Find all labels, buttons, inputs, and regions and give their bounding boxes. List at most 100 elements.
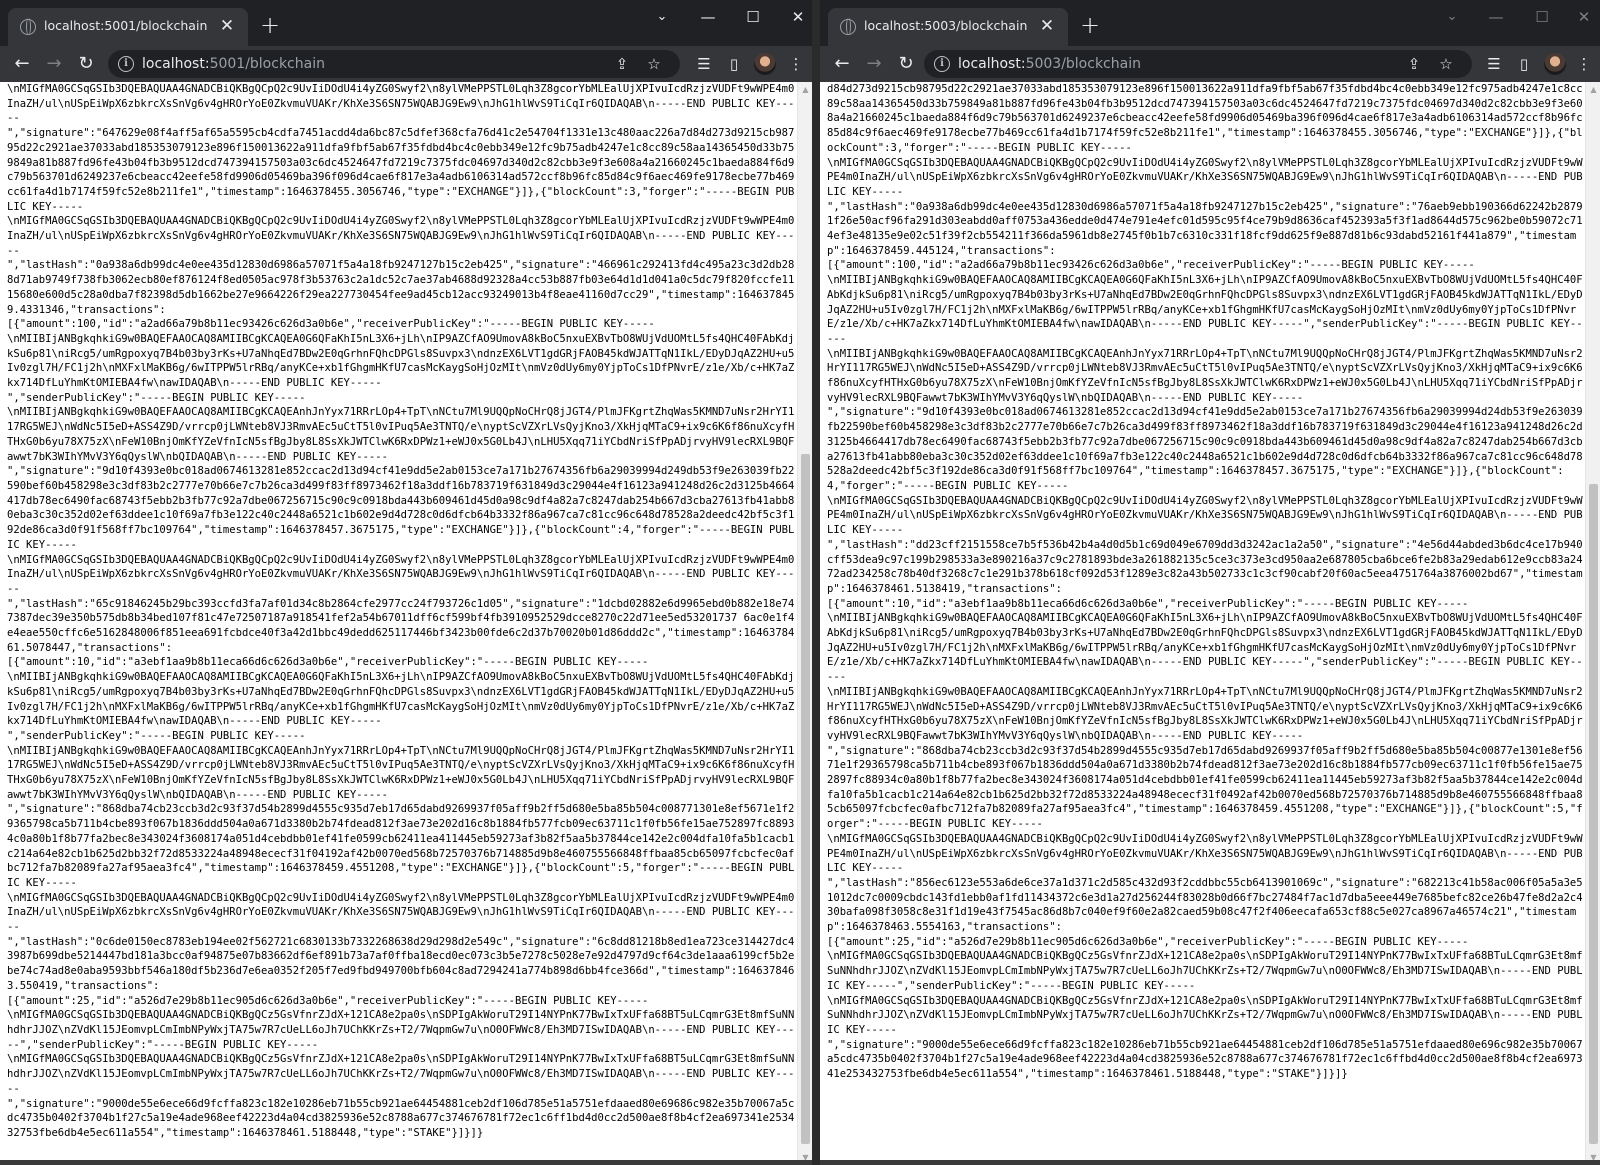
menu-icon[interactable]: ⋮ — [786, 54, 806, 74]
maximize-button[interactable]: ☐ — [733, 4, 773, 30]
browser-window-right: localhost:5003/blockchain ✕ + ⌄ — ☐ ✕ ← … — [820, 0, 1600, 1165]
address-bar[interactable]: i localhost:5001/blockchain ⇪ ☆ — [108, 50, 680, 78]
share-icon[interactable]: ⇪ — [1404, 54, 1424, 74]
json-text-line: \nMIGfMA0GCSqGSIb3DQEBAQUAA4GNADCBiQKBgQ… — [7, 891, 795, 934]
json-text-line: \nMIGfMA0GCSqGSIb3DQEBAQUAA4GNADCBiQKBgQ… — [7, 215, 795, 257]
info-icon[interactable]: i — [118, 56, 134, 72]
json-text-line: \nMIGfMA0GCSqGSIb3DQEBAQUAA4GNADCBiQKBgQ… — [7, 83, 795, 125]
json-text-line: \nMIIBIjANBgkqhkiG9w0BAQEFAAOCAQ8AMIIBCg… — [7, 332, 795, 390]
scrollbar[interactable]: ▲ ▼ — [797, 82, 812, 1165]
close-window-button[interactable]: ✕ — [1564, 4, 1600, 30]
window-divider — [812, 0, 820, 1165]
side-panel-icon[interactable]: ▯ — [724, 54, 744, 74]
json-text-line: \nMIIBIjANBgkqhkiG9w0BAQEFAAOCAQ8AMIIBCg… — [7, 406, 795, 463]
json-text-line: \nMIGfMA0GCSqGSIb3DQEBAQUAA4GNADCBiQKBgQ… — [827, 832, 1583, 875]
tab-blockchain-5001[interactable]: localhost:5001/blockchain ✕ — [8, 8, 248, 46]
side-panel-icon[interactable]: ▯ — [1514, 54, 1534, 74]
tab-search-icon[interactable]: ⌄ — [642, 4, 682, 30]
scrollbar-thumb[interactable] — [801, 454, 810, 1144]
bookmark-star-icon[interactable]: ☆ — [1436, 54, 1456, 74]
forward-button[interactable]: → — [40, 50, 68, 78]
minimize-button[interactable]: — — [688, 4, 728, 30]
json-text-line: ","lastHash":"0a938a6db99dc4e0ee435d1283… — [7, 259, 795, 316]
json-text-line: \nMIGfMA0GCSqGSIb3DQEBAQUAA4GNADCBiQKBgQ… — [827, 156, 1583, 198]
json-text-line: d84d273d9215cb98795d22c2921ae37033abd185… — [827, 83, 1583, 154]
json-text-line: ","signature":"9000de55e6ece66d9fcffa823… — [827, 1038, 1583, 1081]
json-text-line: ","senderPublicKey":"-----BEGIN PUBLIC K… — [7, 391, 306, 404]
tab-title: localhost:5001/blockchain — [44, 18, 208, 33]
json-text-line: \nMIGfMA0GCSqGSIb3DQEBAQUAA4GNADCBiQKBgQ… — [827, 950, 1583, 992]
json-text-line: \nMIGfMA0GCSqGSIb3DQEBAQUAA4GNADCBiQKBgQ… — [7, 1053, 795, 1095]
globe-icon — [20, 18, 36, 35]
window-bottom-edge — [0, 1160, 812, 1165]
back-button[interactable]: ← — [8, 50, 36, 78]
json-text-line: ","lastHash":"0a938a6db99dc4e0ee435d1283… — [827, 200, 1583, 257]
json-text-line: ","lastHash":"dd23cff2151558ce7b5f536b42… — [827, 538, 1583, 595]
tab-title: localhost:5003/blockchain — [864, 18, 1028, 33]
tab-search-icon[interactable]: ⌄ — [1432, 4, 1472, 30]
json-response: \nMIGfMA0GCSqGSIb3DQEBAQUAA4GNADCBiQKBgQ… — [0, 82, 797, 1141]
address-bar-url: localhost:5003/blockchain — [958, 56, 1141, 72]
json-text-line: [{"amount":10,"id":"a3ebf1aa9b8b11eca66d… — [827, 597, 1469, 610]
forward-button[interactable]: → — [860, 50, 888, 78]
tab-strip: localhost:5003/blockchain ✕ + ⌄ — ☐ ✕ — [820, 0, 1600, 46]
globe-icon — [840, 18, 856, 35]
reading-list-icon[interactable]: ☰ — [694, 54, 714, 74]
json-text-line: ","signature":"9000de55e6ece66d9fcffa823… — [7, 1097, 795, 1139]
browser-toolbar: ← → ↻ i localhost:5001/blockchain ⇪ ☆ ☰ … — [0, 46, 812, 82]
json-text-line: ","signature":"9d10f4393e0bc018ad0674613… — [827, 406, 1583, 492]
json-text-line: [{"amount":25,"id":"a526d7e29b8b11ec905d… — [827, 935, 1469, 948]
json-text-line: [{"amount":25,"id":"a526d7e29b8b11ec905d… — [7, 994, 649, 1007]
reload-button[interactable]: ↻ — [892, 50, 920, 78]
json-response: d84d273d9215cb98795d22c2921ae37033abd185… — [820, 82, 1585, 1082]
address-bar-url: localhost:5001/blockchain — [142, 56, 325, 72]
json-text-line: \nMIIBIjANBgkqhkiG9w0BAQEFAAOCAQ8AMIIBCg… — [827, 274, 1583, 345]
tab-strip: localhost:5001/blockchain ✕ + ⌄ — ☐ ✕ — [0, 0, 812, 46]
maximize-button[interactable]: ☐ — [1522, 4, 1562, 30]
menu-icon[interactable]: ⋮ — [1574, 54, 1594, 74]
scroll-up-arrow-icon[interactable]: ▲ — [798, 82, 812, 97]
back-button[interactable]: ← — [828, 50, 856, 78]
reading-list-icon[interactable]: ☰ — [1484, 54, 1504, 74]
reload-button[interactable]: ↻ — [72, 50, 100, 78]
json-text-line: \nMIIBIjANBgkqhkiG9w0BAQEFAAOCAQ8AMIIBCg… — [827, 685, 1583, 742]
tab-blockchain-5003[interactable]: localhost:5003/blockchain ✕ — [828, 8, 1068, 46]
json-text-line: ","signature":"868dba74cb23ccb3d2c93f37d… — [827, 744, 1583, 831]
json-text-line: [{"amount":10,"id":"a3ebf1aa9b8b11eca66d… — [7, 656, 649, 669]
json-text-line: \nMIGfMA0GCSqGSIb3DQEBAQUAA4GNADCBiQKBgQ… — [827, 994, 1583, 1036]
json-text-line: \nMIIBIjANBgkqhkiG9w0BAQEFAAOCAQ8AMIIBCg… — [7, 671, 795, 728]
browser-window-left: localhost:5001/blockchain ✕ + ⌄ — ☐ ✕ ← … — [0, 0, 812, 1165]
json-text-line: \nMIIBIjANBgkqhkiG9w0BAQEFAAOCAQ8AMIIBCg… — [827, 347, 1583, 404]
share-icon[interactable]: ⇪ — [612, 54, 632, 74]
json-text-line: [{"amount":100,"id":"a2ad66a79b8b11ec934… — [827, 259, 1475, 272]
json-text-line: \nMIIBIjANBgkqhkiG9w0BAQEFAAOCAQ8AMIIBCg… — [827, 612, 1583, 684]
new-tab-button[interactable]: + — [1078, 13, 1102, 37]
page-content: d84d273d9215cb98795d22c2921ae37033abd185… — [820, 82, 1585, 1165]
window-bottom-edge — [820, 1160, 1600, 1165]
close-window-button[interactable]: ✕ — [778, 4, 812, 30]
minimize-button[interactable]: — — [1476, 4, 1516, 30]
json-text-line: ","lastHash":"65c91846245b29bc393ccfd3fa… — [7, 597, 795, 654]
json-text-line: ","senderPublicKey":"-----BEGIN PUBLIC K… — [7, 729, 306, 742]
json-text-line: \nMIGfMA0GCSqGSIb3DQEBAQUAA4GNADCBiQKBgQ… — [827, 494, 1583, 537]
close-icon[interactable]: ✕ — [216, 15, 238, 37]
json-text-line: [{"amount":100,"id":"a2ad66a79b8b11ec934… — [7, 318, 655, 331]
json-text-line: \nMIGfMA0GCSqGSIb3DQEBAQUAA4GNADCBiQKBgQ… — [7, 1009, 795, 1051]
info-icon[interactable]: i — [934, 56, 950, 72]
close-icon[interactable]: ✕ — [1036, 15, 1058, 37]
page-content: \nMIGfMA0GCSqGSIb3DQEBAQUAA4GNADCBiQKBgQ… — [0, 82, 797, 1165]
json-text-line: ","signature":"9d10f4393e0bc018ad0674613… — [7, 465, 795, 551]
json-text-line: \nMIGfMA0GCSqGSIb3DQEBAQUAA4GNADCBiQKBgQ… — [7, 553, 795, 595]
browser-toolbar: ← → ↻ i localhost:5003/blockchain ⇪ ☆ ☰ … — [820, 46, 1600, 82]
new-tab-button[interactable]: + — [258, 13, 282, 37]
scrollbar[interactable]: ▲ ▼ — [1585, 82, 1600, 1165]
bookmark-star-icon[interactable]: ☆ — [644, 54, 664, 74]
profile-avatar[interactable] — [1544, 53, 1566, 75]
json-text-line: ","lastHash":"0c6de0150ec8783eb194ee02f5… — [7, 935, 795, 992]
json-text-line: \nMIIBIjANBgkqhkiG9w0BAQEFAAOCAQ8AMIIBCg… — [7, 744, 795, 801]
profile-avatar[interactable] — [754, 53, 776, 75]
json-text-line: ","lastHash":"856ec6123e553a6de6ce37a1d3… — [827, 876, 1583, 934]
scrollbar-thumb[interactable] — [1589, 484, 1598, 1144]
address-bar[interactable]: i localhost:5003/blockchain ⇪ ☆ — [924, 50, 1472, 78]
scroll-up-arrow-icon[interactable]: ▲ — [1586, 82, 1600, 97]
